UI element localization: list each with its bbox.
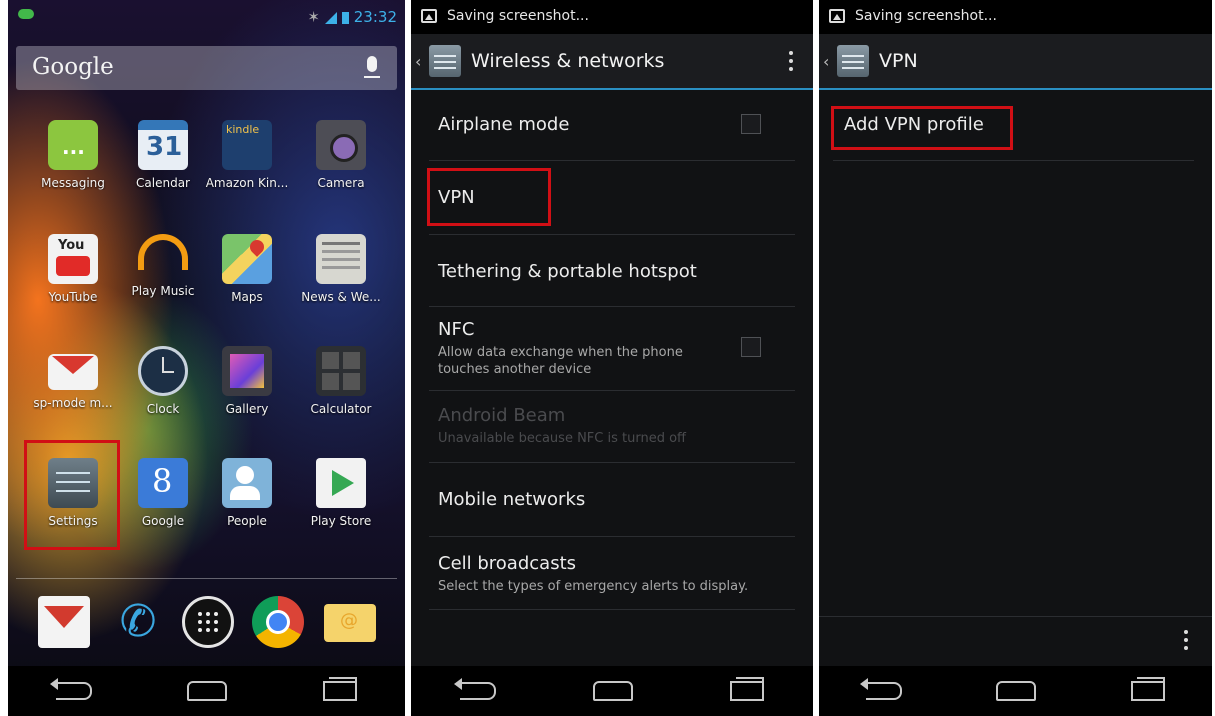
app-play-music[interactable]: Play Music [118, 234, 208, 298]
navigation-bar [819, 666, 1212, 716]
list-item-tethering[interactable]: Tethering & portable hotspot [429, 235, 795, 307]
overflow-menu-icon[interactable] [1184, 630, 1188, 634]
app-news-weather[interactable]: News & We... [296, 234, 386, 304]
vpn-screen: Saving screenshot... ‹ VPN Add VPN profi… [819, 0, 1212, 716]
recent-apps-icon[interactable] [323, 677, 358, 701]
action-bar: ‹ VPN [819, 34, 1212, 90]
add-vpn-profile-highlight-box [831, 106, 1013, 150]
navigation-bar [8, 666, 405, 716]
app-youtube[interactable]: You YouTube [28, 234, 118, 304]
app-calendar[interactable]: 31 Calendar [118, 120, 208, 190]
status-time: 23:32 [353, 8, 397, 26]
email-icon[interactable]: @ [324, 604, 376, 642]
app-maps[interactable]: Maps [202, 234, 292, 304]
list-item-nfc[interactable]: NFC Allow data exchange when the phone t… [429, 307, 795, 391]
list-item-cell-broadcasts[interactable]: Cell broadcasts Select the types of emer… [429, 537, 795, 610]
dock: ✆ @ [8, 596, 405, 656]
vibrate-icon: ✶ [307, 8, 320, 26]
list-item-android-beam: Android Beam Unavailable because NFC is … [429, 391, 795, 463]
chrome-icon[interactable] [252, 596, 304, 648]
search-bar-label: Google [32, 54, 114, 80]
phone-icon[interactable]: ✆ [112, 596, 164, 648]
dock-divider [16, 578, 397, 579]
google-search-bar[interactable]: Google [16, 46, 397, 90]
app-camera[interactable]: Camera [296, 120, 386, 190]
screenshot-icon [829, 9, 845, 23]
microphone-icon[interactable] [364, 56, 380, 78]
navigation-bar [411, 666, 813, 716]
notification-icon [18, 9, 34, 19]
status-bar: Saving screenshot... [411, 0, 813, 34]
settings-highlight-box [24, 440, 120, 550]
app-clock[interactable]: Clock [118, 346, 208, 416]
list-item-mobile-networks[interactable]: Mobile networks [429, 463, 795, 537]
home-icon[interactable] [592, 681, 633, 701]
app-calculator[interactable]: Calculator [296, 346, 386, 416]
app-people[interactable]: People [202, 458, 292, 528]
back-icon[interactable] [453, 678, 496, 700]
status-notification: Saving screenshot... [447, 8, 589, 24]
recent-apps-icon[interactable] [1130, 677, 1165, 701]
gallery-icon [222, 346, 272, 396]
youtube-icon: You [48, 234, 98, 284]
page-title: VPN [879, 50, 918, 72]
home-screen: ✶ 23:32 Google ··· Messaging 31 Calendar… [8, 0, 405, 716]
recent-apps-icon[interactable] [730, 677, 765, 701]
up-caret-icon[interactable]: ‹ [823, 52, 837, 71]
clock-icon [138, 346, 188, 396]
nfc-checkbox[interactable] [741, 337, 761, 357]
status-bar: Saving screenshot... [819, 0, 1212, 34]
action-bar: ‹ Wireless & networks [411, 34, 813, 90]
app-amazon-kindle[interactable]: kindle Amazon Kin... [202, 120, 292, 190]
settings-icon[interactable] [429, 45, 461, 77]
bottom-bar-divider [819, 616, 1212, 617]
battery-icon [341, 11, 349, 24]
calendar-icon: 31 [138, 120, 188, 170]
status-bar: ✶ 23:32 [8, 0, 405, 34]
list-item-airplane-mode[interactable]: Airplane mode [429, 90, 795, 161]
app-play-store[interactable]: Play Store [296, 458, 386, 528]
amazon-kindle-icon: kindle [222, 120, 272, 170]
wireless-networks-screen: Saving screenshot... ‹ Wireless & networ… [411, 0, 813, 716]
people-icon [222, 458, 272, 508]
app-messaging[interactable]: ··· Messaging [28, 120, 118, 190]
app-google[interactable]: 8 Google [118, 458, 208, 528]
gmail-icon[interactable] [38, 596, 90, 648]
home-icon[interactable] [996, 681, 1037, 701]
settings-icon[interactable] [837, 45, 869, 77]
back-icon[interactable] [49, 678, 92, 700]
home-icon[interactable] [187, 681, 228, 701]
airplane-mode-checkbox[interactable] [741, 114, 761, 134]
screenshot-icon [421, 9, 437, 23]
messaging-icon: ··· [48, 120, 98, 170]
back-icon[interactable] [860, 678, 903, 700]
up-caret-icon[interactable]: ‹ [415, 52, 429, 71]
mail-icon [48, 354, 98, 390]
overflow-menu-icon[interactable] [789, 51, 793, 55]
headphones-icon [138, 234, 188, 270]
play-store-icon [316, 458, 366, 508]
status-notification: Saving screenshot... [855, 8, 997, 24]
google-search-icon: 8 [138, 458, 188, 508]
maps-icon [222, 234, 272, 284]
camera-icon [316, 120, 366, 170]
app-sp-mode-mail[interactable]: sp-mode m... [28, 346, 118, 410]
news-weather-icon [316, 234, 366, 284]
vpn-highlight-box [427, 168, 551, 226]
calculator-icon [316, 346, 366, 396]
signal-icon [324, 11, 337, 24]
app-gallery[interactable]: Gallery [202, 346, 292, 416]
page-title: Wireless & networks [471, 50, 665, 72]
all-apps-icon[interactable] [182, 596, 234, 648]
